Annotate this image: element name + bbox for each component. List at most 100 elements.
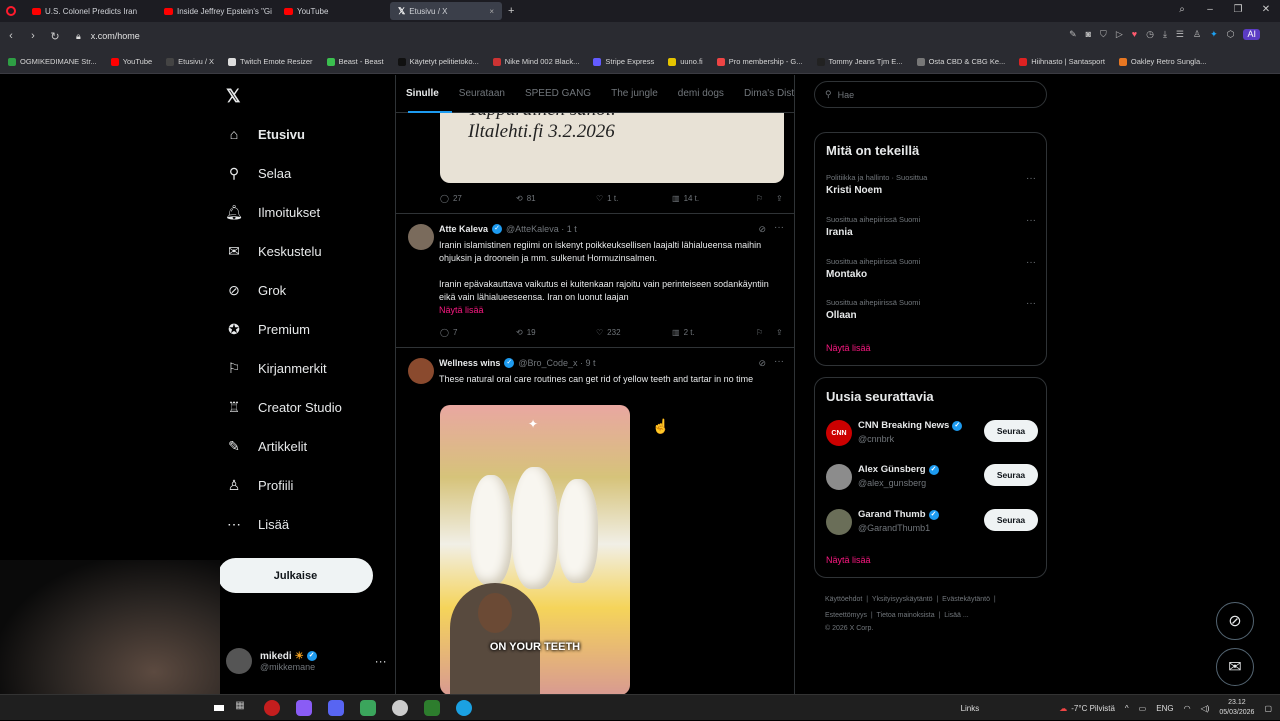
bookmark-icon[interactable]: ⚐	[756, 194, 776, 203]
opera-icon[interactable]	[264, 699, 280, 716]
share-icon[interactable]: ⇪	[776, 328, 783, 337]
back-icon[interactable]: ‹	[0, 30, 22, 42]
bookmark-item[interactable]: Beast - Beast	[326, 57, 384, 66]
shield-icon[interactable]: ⛉	[1100, 29, 1107, 40]
windows-start-icon[interactable]	[214, 704, 224, 711]
new-tab-icon[interactable]: +	[508, 5, 514, 17]
minimize-icon[interactable]: –	[1196, 0, 1224, 22]
messages-fab-icon[interactable]: ✉	[1216, 648, 1254, 686]
nav-item-grok[interactable]: ⊘ Grok	[226, 282, 286, 298]
discord-icon[interactable]	[328, 699, 344, 716]
follow-suggestion[interactable]: Alex Günsberg ✓ @alex_gunsberg Seuraa	[826, 464, 1038, 494]
trend-item[interactable]: Suosittua aihepiirissä Suomi Irania ···	[826, 215, 1036, 238]
weather-widget[interactable]: ☁ -7°C Pilvistä	[1059, 704, 1115, 713]
footer-link[interactable]: Yksityisyyskäytäntö	[872, 596, 933, 603]
author-name[interactable]: Atte Kaleva	[439, 224, 488, 234]
x-logo-icon[interactable]: 𝕏	[226, 86, 241, 107]
menu-icon[interactable]: ☰	[1176, 29, 1184, 40]
links-toolbar[interactable]: Links	[961, 704, 980, 713]
profile-icon[interactable]: ♙	[1193, 29, 1201, 40]
tab-list[interactable]: SPEED GANG	[515, 88, 601, 99]
trend-item[interactable]: Suosittua aihepiirissä Suomi Montako ···	[826, 257, 1036, 280]
browser-tab-2[interactable]: Inside Jeffrey Epstein's "Gi	[156, 2, 274, 20]
sparkle-icon[interactable]: ✦	[528, 417, 538, 431]
like-button[interactable]: ♡ 232	[596, 328, 672, 337]
more-icon[interactable]: ···	[1026, 215, 1036, 226]
nav-item-creator-studio[interactable]: ♖ Creator Studio	[226, 399, 342, 415]
bookmark-item[interactable]: uuno.fi	[668, 57, 703, 66]
bookmark-item[interactable]: Tommy Jeans Tjm E...	[816, 57, 903, 66]
maximize-icon[interactable]: ❐	[1224, 0, 1252, 22]
ai-button[interactable]: AI	[1243, 29, 1260, 40]
browser-tab-4[interactable]: 𝕏 Etusivu / X ×	[390, 2, 502, 20]
nav-item-messages[interactable]: ✉ Keskustelu	[226, 243, 321, 259]
volume-icon[interactable]: ◁)	[1201, 704, 1210, 713]
extension-icon[interactable]: ✦	[1210, 29, 1218, 40]
avatar[interactable]	[408, 224, 434, 250]
footer-link[interactable]: Lisää ...	[944, 612, 969, 619]
search-icon[interactable]: ⌕	[1168, 0, 1196, 22]
footer-link[interactable]: Käyttöehdot	[825, 596, 862, 603]
wifi-icon[interactable]: ◠	[1184, 704, 1191, 713]
more-icon[interactable]: ···	[774, 356, 784, 367]
bookmark-item[interactable]: Hiihnasto | Santasport	[1019, 57, 1105, 66]
search-input[interactable]: ⚲ Hae	[814, 81, 1047, 108]
app-icon[interactable]	[424, 699, 440, 716]
tab-list[interactable]: demi dogs	[668, 88, 734, 99]
like-button[interactable]: ♡ 1 t.	[596, 194, 672, 203]
bookmark-icon[interactable]: ⚐	[756, 328, 776, 337]
bookmark-item[interactable]: Twitch Emote Resizer	[228, 57, 313, 66]
repost-button[interactable]: ⟲ 81	[516, 194, 596, 203]
author-handle[interactable]: @Bro_Code_x · 9 t	[518, 358, 595, 368]
trend-item[interactable]: Politiikka ja hallinto · Suosittua Kristi…	[826, 173, 1036, 196]
opera-logo-icon[interactable]	[6, 6, 16, 16]
footer-link[interactable]: Tietoa mainoksista	[877, 612, 935, 619]
clock[interactable]: 23.12 05/03/2026	[1219, 698, 1254, 718]
play-icon[interactable]: ▷	[1116, 29, 1123, 40]
app-icon[interactable]	[360, 699, 376, 716]
follow-suggestion[interactable]: CNN CNN Breaking News ✓ @cnnbrk Seuraa	[826, 420, 1038, 450]
tab-for-you[interactable]: Sinulle	[396, 88, 449, 99]
nav-item-profile[interactable]: ♙ Profiili	[226, 477, 294, 493]
language-indicator[interactable]: ENG	[1156, 704, 1173, 713]
more-icon[interactable]: ···	[375, 654, 387, 668]
bookmark-item[interactable]: Stripe Express	[593, 57, 654, 66]
bookmark-item[interactable]: Käytetyt pelitietoko...	[397, 57, 479, 66]
grok-icon[interactable]: ⊘	[758, 224, 766, 235]
footer-link[interactable]: Esteettömyys	[825, 612, 867, 619]
bookmark-item[interactable]: OGMIKEDIMANE Str...	[8, 57, 97, 66]
forward-icon[interactable]: ›	[22, 30, 44, 42]
follow-button[interactable]: Seuraa	[984, 509, 1038, 531]
nav-item-articles[interactable]: ✎ Artikkelit	[226, 438, 307, 454]
more-icon[interactable]: ···	[1026, 173, 1036, 184]
browser-tab-3[interactable]: YouTube	[276, 2, 388, 20]
chevron-up-icon[interactable]: ^	[1125, 704, 1129, 713]
tab-following[interactable]: Seurataan	[449, 88, 515, 99]
tweet-image[interactable]: ✦ ON YOUR TEETH	[440, 405, 630, 695]
views-button[interactable]: ▥ 14 t.	[672, 194, 756, 203]
grok-fab-icon[interactable]: ⊘	[1216, 602, 1254, 640]
bookmark-item[interactable]: Nike Mind 002 Black...	[492, 57, 579, 66]
tweet[interactable]: Atte Kaleva ✓ @AtteKaleva · 1 t ⊘ ··· Iran…	[396, 213, 794, 347]
camera-icon[interactable]: ◙	[1086, 29, 1091, 40]
more-icon[interactable]: ···	[1026, 257, 1036, 268]
repost-button[interactable]: ⟲ 19	[516, 328, 596, 337]
reply-button[interactable]: ◯ 7	[440, 328, 516, 337]
more-icon[interactable]: ···	[1026, 298, 1036, 309]
post-button[interactable]: Julkaise	[218, 558, 373, 593]
show-more-link[interactable]: Näytä lisää	[439, 304, 779, 317]
close-window-icon[interactable]: ✕	[1252, 0, 1280, 22]
footer-link[interactable]: Evästekäytäntö	[942, 596, 990, 603]
author-handle[interactable]: @AtteKaleva · 1 t	[506, 224, 577, 234]
avatar[interactable]	[408, 358, 434, 384]
reply-button[interactable]: ◯ 27	[440, 194, 516, 203]
edge-icon[interactable]	[456, 699, 472, 716]
show-more-link[interactable]: Näytä lisää	[826, 555, 871, 565]
history-icon[interactable]: ◷	[1146, 29, 1154, 40]
nav-item-more[interactable]: ⋯ Lisää	[226, 516, 289, 532]
close-icon[interactable]: ×	[489, 7, 494, 16]
app-icon[interactable]	[392, 699, 408, 716]
nav-item-home[interactable]: ⌂ Etusivu	[226, 126, 305, 142]
bookmark-item[interactable]: Osta CBD & CBG Ke...	[916, 57, 1005, 66]
share-icon[interactable]: ⇪	[776, 194, 783, 203]
